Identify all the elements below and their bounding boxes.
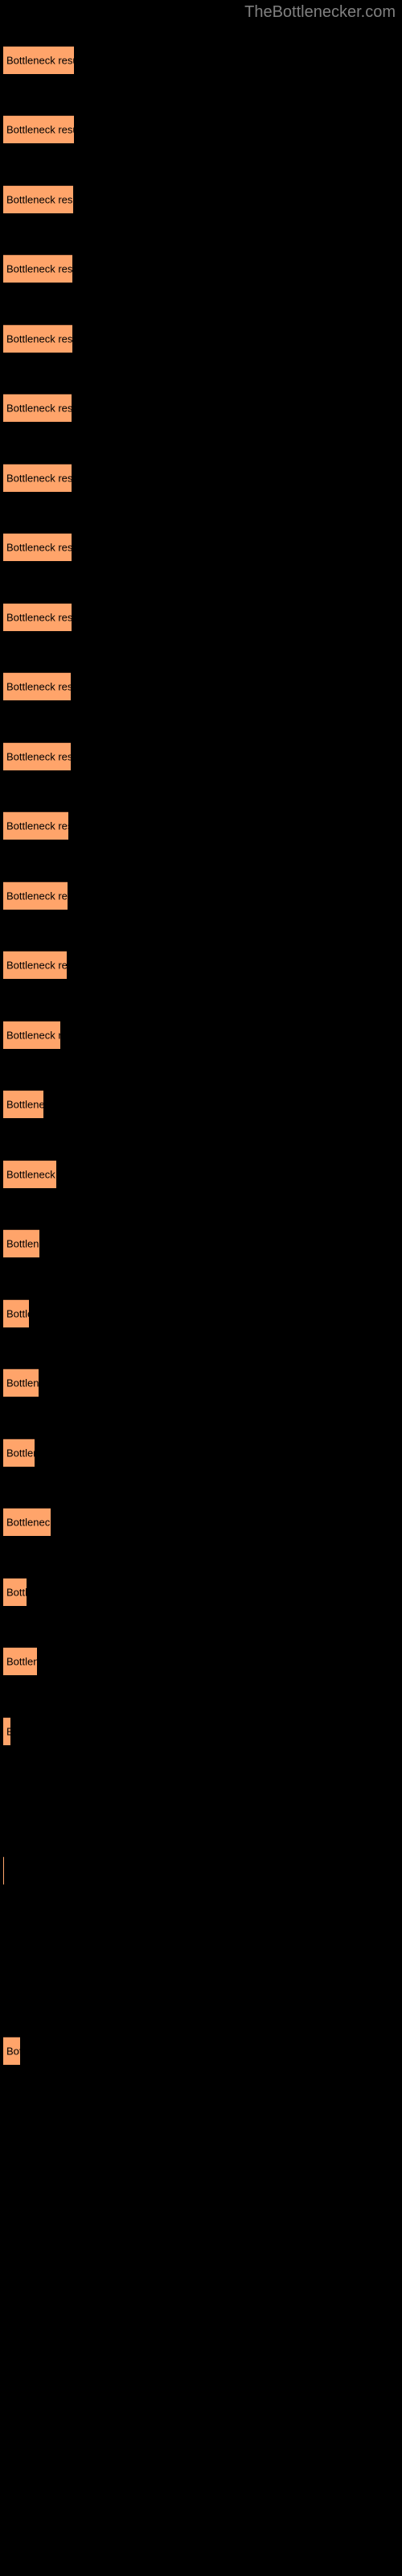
bar-label: Bottleneck result (6, 750, 71, 763)
bar-row: Bottleneck result (0, 185, 402, 214)
bottleneck-result-bar[interactable]: Bottleneck result (3, 2037, 20, 2065)
bottleneck-result-bar[interactable]: Bottleneck result (3, 1647, 37, 1675)
bar-row: Bottleneck result (0, 603, 402, 632)
bar-row: Bottleneck result (0, 1160, 402, 1189)
bar-label: Bottleneck result (6, 2045, 20, 2058)
bar-row: Bottleneck result (0, 1578, 402, 1607)
bar-row: Bottleneck result (0, 811, 402, 840)
bar-label: Bottleneck result (6, 1029, 60, 1042)
bottleneck-result-bar[interactable]: Bottleneck result (3, 1368, 39, 1397)
bar-label: Bottleneck result (6, 1168, 56, 1181)
bar-label: Bottleneck result (6, 123, 74, 136)
bar-label: Bottleneck result (6, 262, 72, 275)
bottleneck-result-bar[interactable]: Bottleneck result (3, 1229, 39, 1257)
bottleneck-result-bar[interactable]: Bottleneck result (3, 394, 72, 422)
bottleneck-result-bar[interactable]: Bottleneck result (3, 742, 71, 770)
bar-label: Bottleneck result (6, 1586, 27, 1599)
bar-row: Bottleneck result (0, 1299, 402, 1328)
bar-label: Bottleneck result (6, 1447, 35, 1459)
bar-row: Bottleneck result (0, 951, 402, 980)
bottleneck-bar-chart: TheBottlenecker.com Bottleneck result Bot… (0, 0, 402, 2576)
bottleneck-result-bar[interactable]: Bottleneck result (3, 1717, 10, 1745)
bar-label: Bottleneck result (6, 890, 68, 902)
bottleneck-result-bar[interactable]: Bottleneck result (3, 254, 72, 283)
bottleneck-result-bar[interactable]: Bottleneck result (3, 115, 74, 143)
bar-row: Bottleneck result (0, 115, 402, 144)
bar-label: Bottleneck result (6, 1655, 37, 1668)
bottleneck-result-bar[interactable]: Bottleneck result (3, 1021, 60, 1049)
bar-label: Bottleneck result (6, 332, 72, 345)
bar-label: Bottleneck result (6, 611, 72, 624)
bar-row: Bottleneck result (0, 1368, 402, 1397)
bar-label: Bottleneck result (6, 819, 68, 832)
bottleneck-result-bar[interactable]: Bottleneck result (3, 603, 72, 631)
bottleneck-result-bar[interactable]: Bottleneck result (3, 46, 74, 74)
bar-row: Bottleneck result (0, 254, 402, 283)
bar-row: Bottleneck result (0, 394, 402, 423)
bar-label: Bottleneck result (6, 472, 72, 485)
bar-row: Bottleneck result (0, 2037, 402, 2066)
bar-row: Bottleneck result (0, 46, 402, 75)
bottleneck-result-bar[interactable]: Bottleneck result (3, 464, 72, 492)
bottleneck-result-bar[interactable]: Bottleneck result (3, 951, 67, 979)
bar-row: Bottleneck result (0, 464, 402, 493)
bar-label: Bottleneck result (6, 1516, 51, 1529)
bottleneck-result-bar[interactable]: Bottleneck result (3, 1160, 56, 1188)
bottleneck-result-bar[interactable]: Bottleneck result (3, 1090, 43, 1118)
bar-label: Bottleneck result (6, 541, 72, 554)
bar-row: Bottleneck result (0, 1856, 402, 1885)
bar-row: Bottleneck result (0, 1229, 402, 1258)
bar-row: Bottleneck result (0, 324, 402, 353)
bar-row: Bottleneck result (0, 1647, 402, 1676)
bar-label: Bottleneck result (6, 402, 72, 415)
bar-label: Bottleneck result (6, 680, 71, 693)
bottleneck-result-bar[interactable]: Bottleneck result (3, 1856, 4, 1885)
bar-label: Bottleneck result (6, 1307, 29, 1320)
bottleneck-result-bar[interactable]: Bottleneck result (3, 1578, 27, 1606)
bottleneck-result-bar[interactable]: Bottleneck result (3, 881, 68, 910)
bar-row: Bottleneck result (0, 881, 402, 910)
bar-label: Bottleneck result (6, 1237, 39, 1250)
bottleneck-result-bar[interactable]: Bottleneck result (3, 533, 72, 561)
bar-label: Bottleneck result (6, 1726, 10, 1738)
bottleneck-result-bar[interactable]: Bottleneck result (3, 672, 71, 700)
bar-row: Bottleneck result (0, 672, 402, 701)
bar-row: Bottleneck result (0, 1717, 402, 1746)
bar-row: Bottleneck result (0, 1090, 402, 1119)
bar-label: Bottleneck result (6, 1098, 43, 1111)
bar-label: Bottleneck result (6, 54, 74, 67)
bar-row: Bottleneck result (0, 1021, 402, 1050)
bottleneck-result-bar[interactable]: Bottleneck result (3, 1508, 51, 1536)
bar-label: Bottleneck result (6, 193, 73, 206)
bottleneck-result-bar[interactable]: Bottleneck result (3, 811, 68, 840)
site-watermark-title: TheBottlenecker.com (244, 3, 396, 21)
bottleneck-result-bar[interactable]: Bottleneck result (3, 1299, 29, 1327)
bar-row: Bottleneck result (0, 1439, 402, 1468)
bar-row: Bottleneck result (0, 1508, 402, 1537)
bar-row: Bottleneck result (0, 533, 402, 562)
bar-label: Bottleneck result (6, 1377, 39, 1389)
bar-row: Bottleneck result (0, 742, 402, 771)
bottleneck-result-bar[interactable]: Bottleneck result (3, 185, 73, 213)
bar-label: Bottleneck result (6, 959, 67, 972)
bottleneck-result-bar[interactable]: Bottleneck result (3, 1439, 35, 1467)
bottleneck-result-bar[interactable]: Bottleneck result (3, 324, 72, 353)
